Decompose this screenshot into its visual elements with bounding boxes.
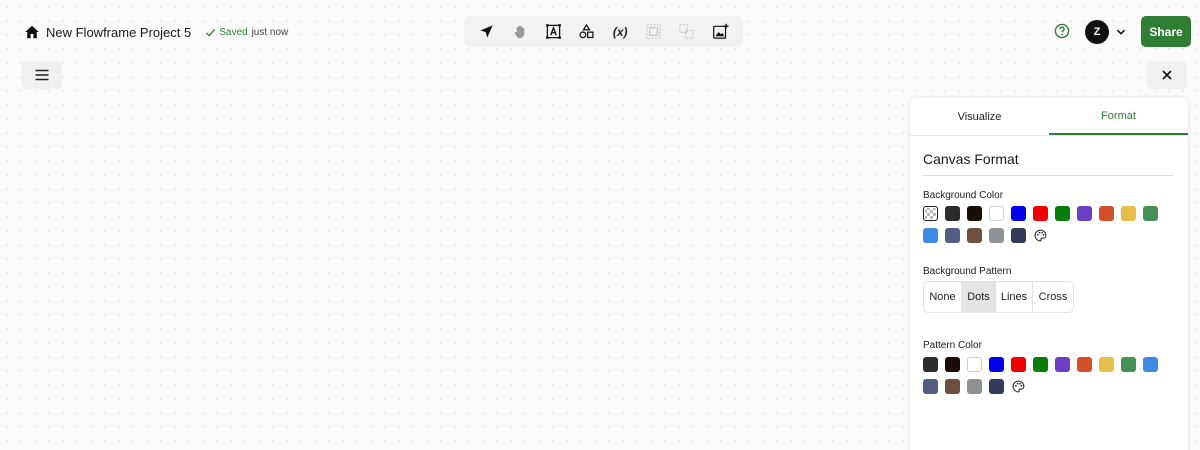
pattern-swatch[interactable] <box>923 379 938 394</box>
bg-swatch[interactable] <box>989 206 1004 221</box>
bg-swatch[interactable] <box>1011 206 1026 221</box>
variable-icon: (x) <box>612 24 628 39</box>
pattern-color-swatches <box>923 357 1173 394</box>
pattern-option-dots[interactable]: Dots <box>962 282 996 312</box>
bg-swatch-transparent[interactable] <box>923 206 938 221</box>
variable-tool[interactable]: (x) <box>609 21 631 43</box>
ungroup-tool[interactable] <box>676 21 698 43</box>
pattern-swatch[interactable] <box>1011 357 1026 372</box>
panel-tabs: Visualize Format <box>910 98 1188 136</box>
menu-button[interactable] <box>22 61 62 89</box>
pan-tool[interactable] <box>509 21 531 43</box>
bg-swatch[interactable] <box>1033 206 1048 221</box>
tab-format[interactable]: Format <box>1049 98 1188 135</box>
check-icon <box>205 27 216 38</box>
close-panel-button[interactable] <box>1147 61 1187 89</box>
palette-icon[interactable] <box>1033 228 1048 243</box>
pattern-swatch[interactable] <box>989 379 1004 394</box>
saved-time: just now <box>251 26 289 38</box>
section-title: Canvas Format <box>923 151 1174 176</box>
canvas-toolbar: (x) <box>464 16 743 47</box>
pattern-swatch[interactable] <box>945 357 960 372</box>
bg-swatch[interactable] <box>967 228 982 243</box>
bg-swatch[interactable] <box>945 206 960 221</box>
palette-icon[interactable] <box>1011 379 1026 394</box>
text-tool[interactable] <box>542 21 564 43</box>
pattern-swatch[interactable] <box>1143 357 1158 372</box>
shapes-tool[interactable] <box>576 21 598 43</box>
pattern-swatch[interactable] <box>967 357 982 372</box>
bg-swatch[interactable] <box>967 206 982 221</box>
bg-swatch[interactable] <box>1143 206 1158 221</box>
share-button[interactable]: Share <box>1141 16 1191 47</box>
bg-swatch[interactable] <box>1077 206 1092 221</box>
bg-swatch[interactable] <box>923 228 938 243</box>
group-icon <box>646 24 661 39</box>
close-icon <box>1162 70 1172 80</box>
project-title[interactable]: New Flowframe Project 5 <box>46 25 191 40</box>
save-status: Saved just now <box>205 27 288 38</box>
pattern-swatch[interactable] <box>1033 357 1048 372</box>
project-header: New Flowframe Project 5 Saved just now <box>24 22 288 42</box>
saved-label: Saved <box>219 26 248 38</box>
ungroup-icon <box>679 24 695 39</box>
cursor-arrow-icon <box>480 25 493 38</box>
pattern-swatch[interactable] <box>945 379 960 394</box>
background-pattern-label: Background Pattern <box>923 266 1012 277</box>
pattern-swatch[interactable] <box>923 357 938 372</box>
chevron-down-icon[interactable] <box>1115 26 1127 38</box>
bg-swatch[interactable] <box>989 228 1004 243</box>
select-tool[interactable] <box>476 21 498 43</box>
user-avatar[interactable]: Z <box>1085 20 1109 44</box>
format-panel: Visualize Format Canvas Format Backgroun… <box>910 98 1188 450</box>
background-color-swatches <box>923 206 1173 243</box>
hand-icon <box>514 25 524 39</box>
pattern-color-label: Pattern Color <box>923 340 982 351</box>
bg-swatch[interactable] <box>1099 206 1114 221</box>
bg-swatch[interactable] <box>1011 228 1026 243</box>
background-pattern-selector: None Dots Lines Cross <box>923 281 1074 313</box>
text-box-icon <box>546 24 561 39</box>
add-image-tool[interactable] <box>709 21 731 43</box>
bg-swatch[interactable] <box>1121 206 1136 221</box>
pattern-swatch[interactable] <box>1099 357 1114 372</box>
bg-swatch[interactable] <box>945 228 960 243</box>
help-icon[interactable] <box>1054 23 1070 39</box>
pattern-option-none[interactable]: None <box>924 282 962 312</box>
pattern-swatch[interactable] <box>1055 357 1070 372</box>
bg-swatch[interactable] <box>1055 206 1070 221</box>
background-color-label: Background Color <box>923 190 1004 201</box>
home-icon[interactable] <box>24 24 40 40</box>
pattern-option-lines[interactable]: Lines <box>996 282 1033 312</box>
pattern-swatch[interactable] <box>967 379 982 394</box>
pattern-swatch[interactable] <box>989 357 1004 372</box>
tab-visualize[interactable]: Visualize <box>910 98 1049 135</box>
pattern-swatch[interactable] <box>1077 357 1092 372</box>
pattern-swatch[interactable] <box>1121 357 1136 372</box>
hamburger-icon <box>35 69 49 81</box>
pattern-option-cross[interactable]: Cross <box>1033 282 1073 312</box>
shapes-icon <box>579 23 594 39</box>
image-plus-icon <box>712 23 729 39</box>
group-tool[interactable] <box>643 21 665 43</box>
